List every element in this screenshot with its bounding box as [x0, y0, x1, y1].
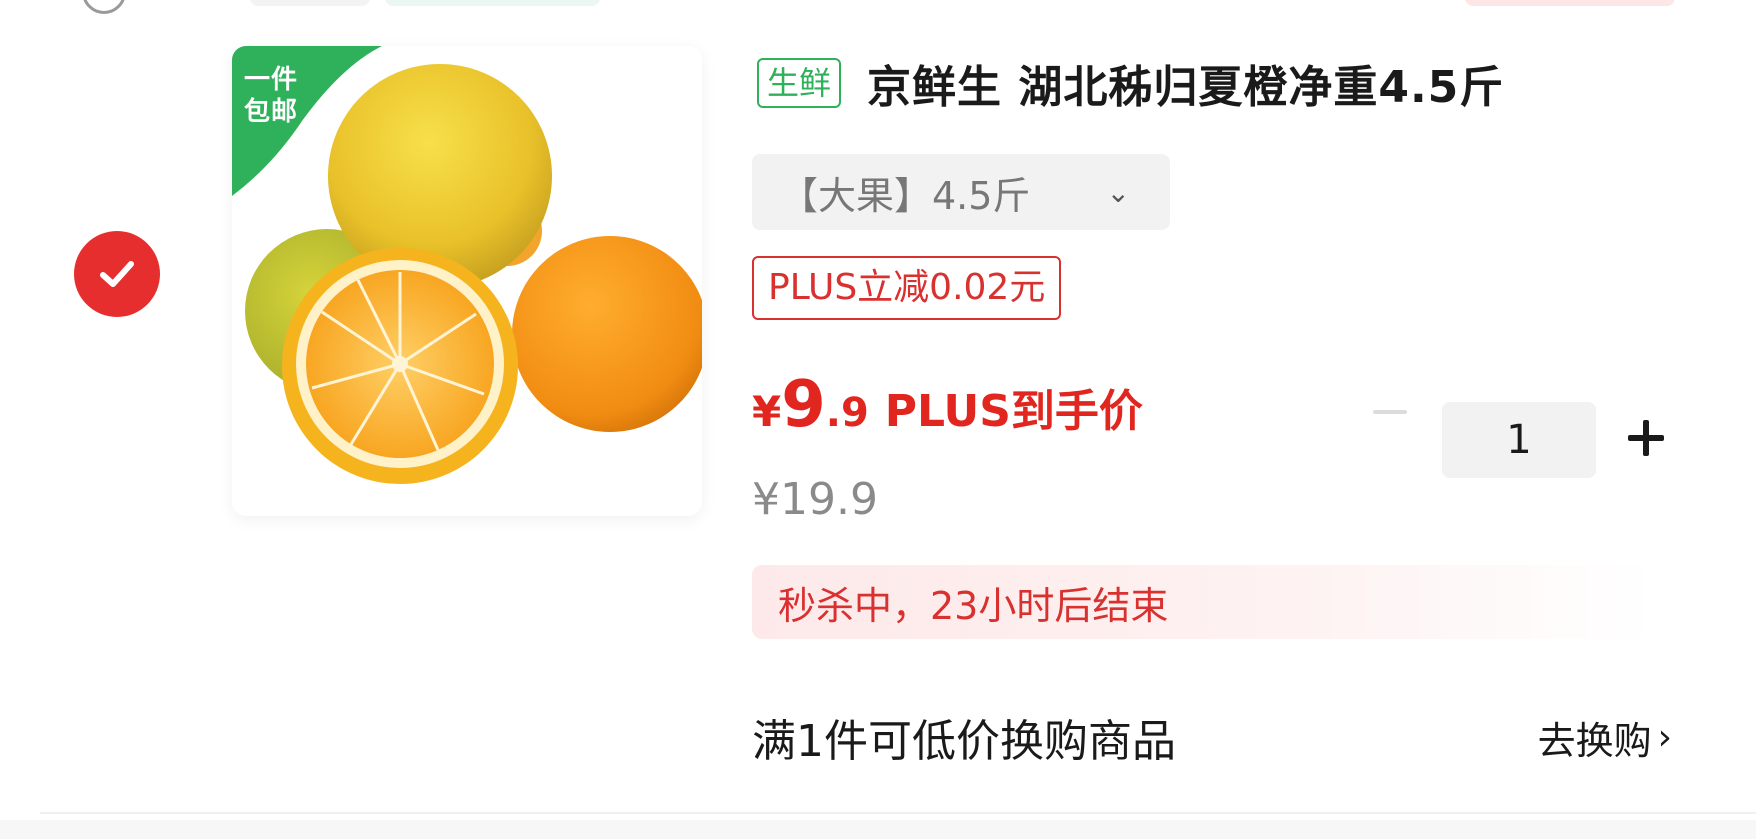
check-icon	[100, 261, 134, 287]
bottom-strip	[0, 820, 1756, 839]
exchange-text: 满1件可低价换购商品	[752, 716, 1176, 767]
spec-label: 【大果】4.5斤	[780, 173, 1031, 218]
quantity-stepper[interactable]: 1	[1442, 402, 1596, 478]
plus-price: ¥9.9 PLUS到手价	[752, 368, 1143, 442]
spec-selector[interactable]: 【大果】4.5斤 ⌄	[752, 154, 1170, 230]
price-integer: 9	[781, 368, 826, 442]
original-price: ¥19.9	[752, 474, 878, 525]
price-label: PLUS到手价	[884, 386, 1143, 437]
exchange-button[interactable]: 去换购 ›	[1538, 710, 1672, 765]
free-shipping-text: 一件 包邮	[244, 65, 299, 127]
product-title[interactable]: 京鲜生 湖北秭归夏橙净重4.5斤	[867, 51, 1504, 115]
price-decimal: .9	[825, 390, 869, 436]
item-select-checkbox[interactable]	[74, 231, 160, 317]
exchange-row[interactable]: 满1件可低价换购商品 去换购 ›	[752, 702, 1672, 772]
plus-discount-tag: PLUS立减0.02元	[752, 256, 1062, 320]
exchange-action-label: 去换购	[1537, 718, 1652, 763]
previous-item-chip	[250, 0, 370, 6]
previous-item-chip	[1465, 0, 1675, 6]
previous-item-strip	[0, 0, 1756, 14]
flash-sale-banner: 秒杀中，23小时后结束	[752, 565, 1652, 639]
plus-icon[interactable]	[1628, 420, 1664, 456]
minus-icon[interactable]	[1373, 410, 1407, 414]
fresh-tag: 生鲜	[757, 58, 842, 108]
previous-item-radio[interactable]	[82, 0, 126, 14]
previous-item-chip	[385, 0, 600, 6]
chevron-right-icon: ›	[1657, 716, 1672, 758]
chevron-down-icon: ⌄	[1106, 176, 1130, 209]
price-currency: ¥	[752, 387, 782, 436]
divider	[40, 812, 1756, 814]
product-title-row[interactable]: 生鲜 京鲜生 湖北秭归夏橙净重4.5斤	[757, 48, 1717, 118]
product-thumbnail[interactable]: 一件 包邮	[232, 46, 702, 516]
